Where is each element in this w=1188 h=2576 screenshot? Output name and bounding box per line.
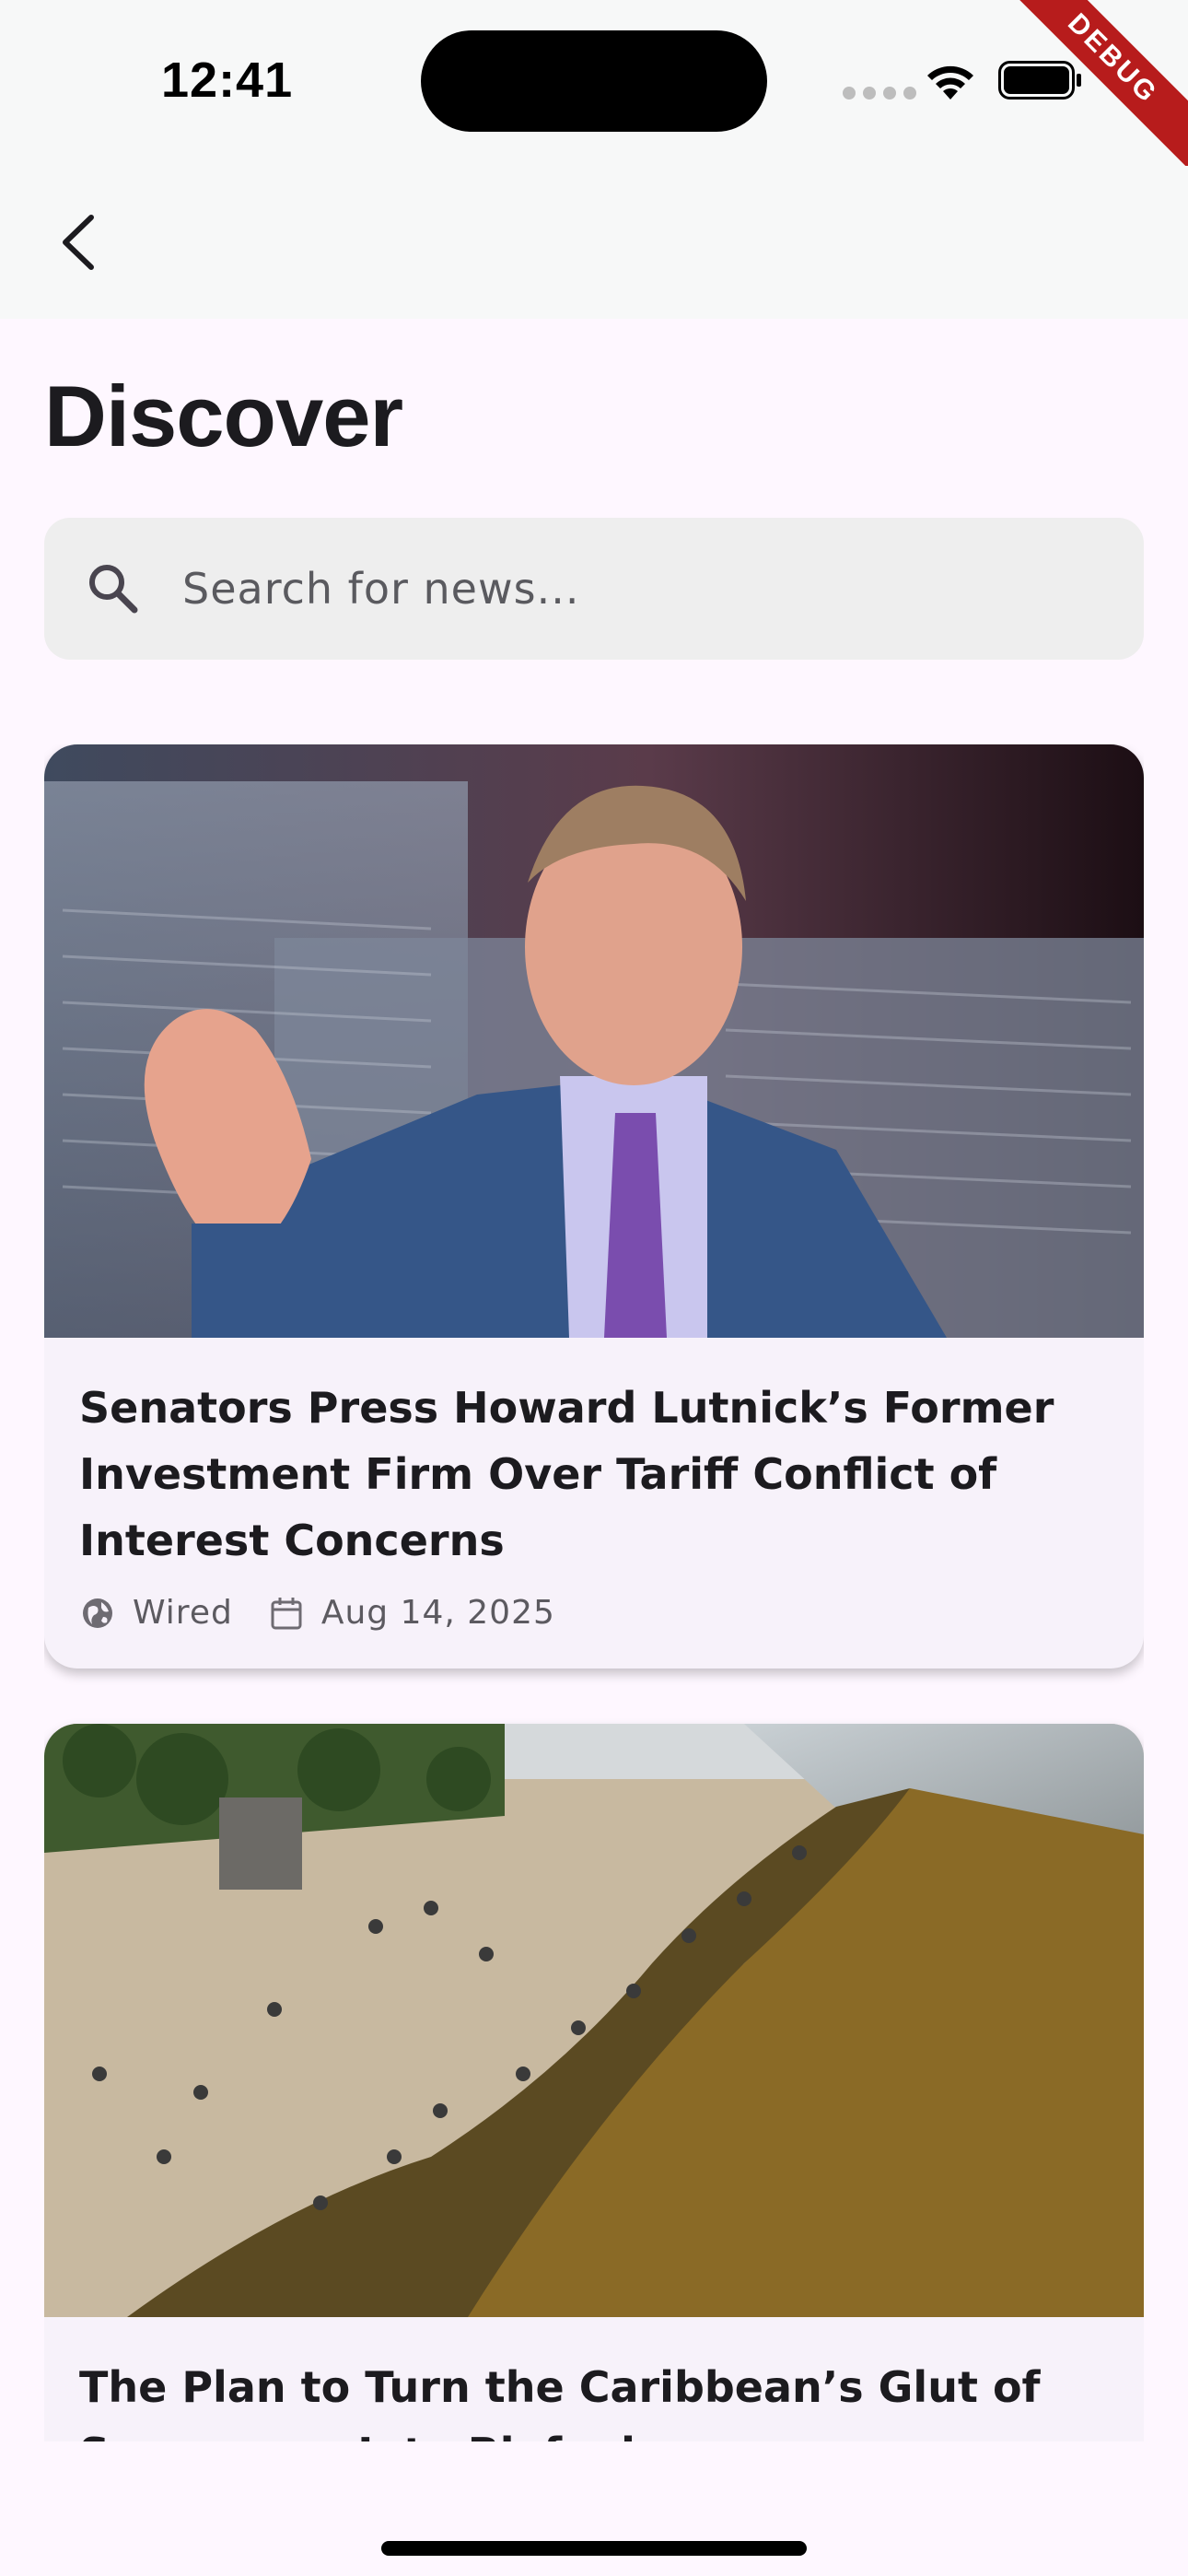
home-indicator[interactable]	[381, 2541, 807, 2556]
news-card[interactable]: Senators Press Howard Lutnick’s Former I…	[44, 744, 1144, 1669]
article-title[interactable]: The Plan to Turn the Caribbean’s Glut of…	[79, 2354, 1109, 2441]
search-input[interactable]	[181, 563, 1068, 615]
globe-icon	[83, 1598, 112, 1628]
debug-banner-label: DEBUG	[1004, 0, 1188, 174]
app-bar	[0, 166, 1188, 319]
page-title: Discover	[44, 368, 403, 464]
article-title[interactable]: Senators Press Howard Lutnick’s Former I…	[79, 1375, 1109, 1574]
news-card[interactable]: The Plan to Turn the Caribbean’s Glut of…	[44, 1724, 1144, 2441]
article-source: Wired	[133, 1594, 233, 1632]
status-time: 12:41	[161, 53, 294, 108]
debug-banner: DEBUG	[1004, 0, 1188, 184]
search-icon	[89, 565, 138, 614]
cellular-signal-icon	[843, 87, 916, 100]
dynamic-island	[421, 30, 767, 132]
article-date: Aug 14, 2025	[320, 1594, 555, 1632]
card-body: Senators Press Howard Lutnick’s Former I…	[44, 1338, 1144, 1669]
card-body: The Plan to Turn the Caribbean’s Glut of…	[44, 2317, 1144, 2441]
article-image-senator	[44, 744, 1144, 1338]
calendar-icon	[271, 1597, 302, 1629]
search-bar[interactable]	[44, 518, 1144, 660]
article-meta: Wired Aug 14, 2025	[79, 1594, 1109, 1632]
news-feed[interactable]: Senators Press Howard Lutnick’s Former I…	[44, 744, 1144, 2441]
back-button[interactable]	[37, 201, 120, 284]
chevron-left-icon	[63, 215, 94, 270]
wifi-icon	[927, 65, 973, 100]
article-image-beach	[44, 1724, 1144, 2317]
